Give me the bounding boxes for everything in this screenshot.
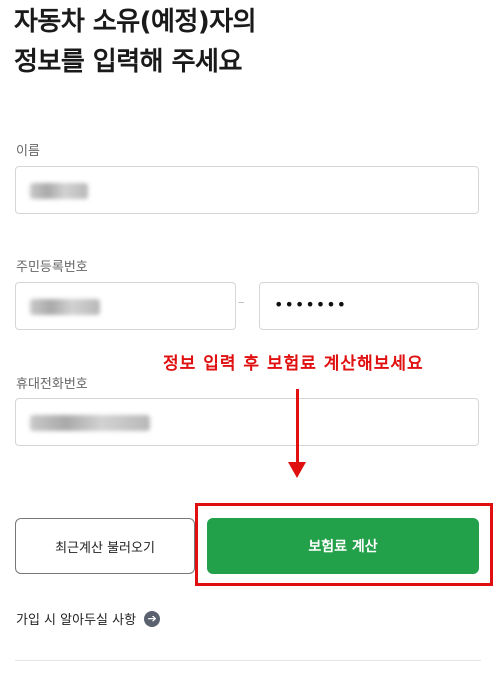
annotation-text: 정보 입력 후 보험료 계산해보세요 (163, 354, 424, 374)
annotation-arrow-line (296, 389, 299, 464)
name-value-redacted (30, 183, 88, 199)
divider (15, 660, 481, 661)
name-label: 이름 (16, 144, 40, 159)
phone-label: 휴대전화번호 (16, 377, 88, 392)
name-input[interactable] (15, 166, 479, 214)
page-title-line1: 자동차 소유(예정)자의 (14, 7, 257, 37)
phone-value-redacted (30, 415, 150, 431)
page-title: 자동차 소유(예정)자의 정보를 입력해 주세요 (14, 2, 257, 82)
enrollment-notice-link[interactable]: 가입 시 알아두실 사항 ➔ (16, 609, 161, 628)
rrn-front-value-redacted (30, 299, 100, 315)
calculate-premium-button[interactable]: 보험료 계산 (207, 518, 479, 574)
rrn-label: 주민등록번호 (16, 260, 88, 275)
arrow-right-circle-icon: ➔ (144, 610, 161, 627)
rrn-front-input[interactable] (15, 282, 236, 330)
annotation-arrow-down-icon (288, 462, 306, 478)
rrn-back-input[interactable]: ••••••• (259, 282, 479, 330)
rrn-separator: – (238, 295, 245, 310)
enrollment-notice-label: 가입 시 알아두실 사항 (16, 613, 137, 628)
phone-input[interactable] (15, 398, 479, 446)
rrn-back-value: ••••••• (274, 295, 348, 314)
load-recent-calculation-button[interactable]: 최근계산 불러오기 (15, 518, 195, 574)
page-title-line2: 정보를 입력해 주세요 (14, 47, 242, 77)
